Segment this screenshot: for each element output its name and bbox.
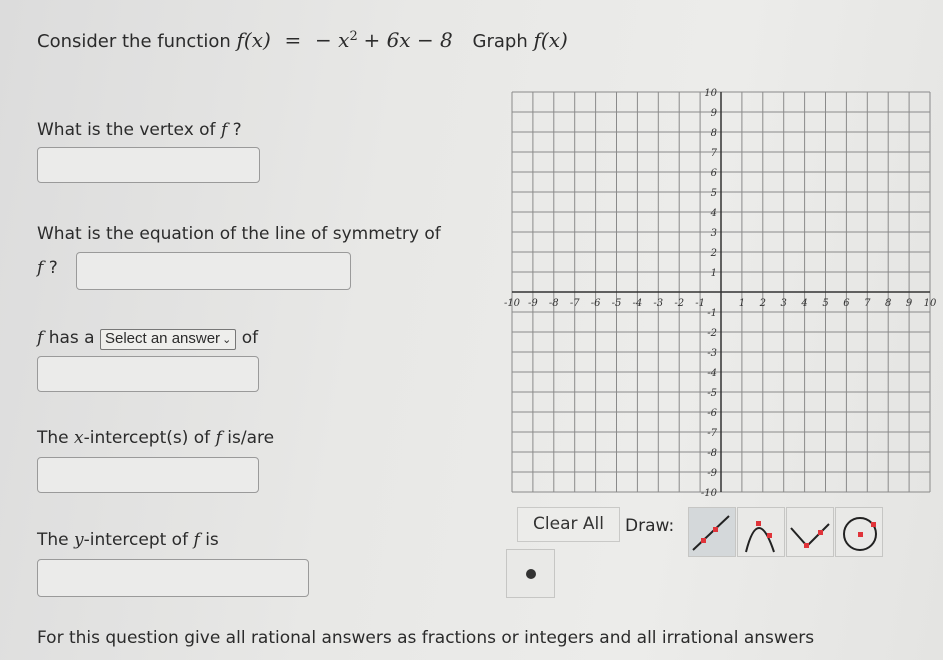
y-tick-label: -10 <box>701 488 718 499</box>
symmetry-label: What is the equation of the line of symm… <box>37 224 441 244</box>
x-tick-label: -4 <box>633 298 643 309</box>
x-intercept-input[interactable] <box>37 457 259 493</box>
y-tick-label: -2 <box>707 328 717 339</box>
x-tick-label: 2 <box>759 298 766 309</box>
point-tool-icon <box>526 569 536 579</box>
y-intercept-axis-var: y <box>74 530 84 550</box>
x-tick-label: -5 <box>612 298 622 309</box>
extremum-var: f <box>37 328 44 348</box>
x-tick-label: 10 <box>924 298 937 309</box>
y-intercept-var: f <box>193 530 200 550</box>
clear-all-button[interactable]: Clear All <box>517 507 620 542</box>
x-tick-label: -6 <box>591 298 601 309</box>
draw-label: Draw: <box>625 516 675 536</box>
x-tick-label: 5 <box>822 298 828 309</box>
y-intercept-prefix: The <box>37 530 69 550</box>
circle-tool-icon <box>843 517 877 551</box>
circle-tool-button[interactable] <box>835 507 883 557</box>
vertex-label: What is the vertex of <box>37 120 216 140</box>
point-tool-button[interactable] <box>506 549 555 598</box>
chevron-down-icon: ⌄ <box>222 334 232 346</box>
parabola-tool-icon <box>745 521 775 553</box>
x-tick-label: 7 <box>864 298 871 309</box>
y-tick-label: -6 <box>707 408 717 419</box>
x-tick-label: 3 <box>781 298 787 309</box>
y-tick-label: 10 <box>704 88 717 99</box>
x-tick-label: 1 <box>739 298 745 309</box>
y-intercept-input[interactable] <box>37 559 309 597</box>
x-tick-label: 9 <box>906 298 913 309</box>
function-rhs-a: − x <box>315 28 350 52</box>
extremum-select-value: Select an answer <box>104 330 221 347</box>
symmetry-question: What is the equation of the line of symm… <box>37 224 441 244</box>
function-rhs-b: + 6x − 8 <box>363 28 453 52</box>
y-tick-label: 6 <box>711 168 718 179</box>
y-tick-label: 8 <box>711 128 717 139</box>
function-lhs: f(x) <box>236 28 271 52</box>
x-tick-label: -3 <box>653 298 663 309</box>
y-tick-label: 7 <box>711 148 718 159</box>
y-tick-label: -7 <box>707 428 717 439</box>
x-intercept-question: The x-intercept(s) of f is/are <box>37 428 274 448</box>
parabola-tool-button[interactable] <box>737 507 785 557</box>
x-tick-label: 6 <box>843 298 850 309</box>
extremum-suffix: of <box>241 328 259 348</box>
intro-text: Consider the function <box>37 31 231 52</box>
extremum-select[interactable]: Select an answer ⌄ <box>99 329 237 350</box>
absolute-value-tool-button[interactable] <box>786 507 834 557</box>
function-exponent: 2 <box>349 29 358 44</box>
y-tick-label: 3 <box>711 228 717 239</box>
graph-canvas[interactable]: -10 -9 -8 -7 -6 -5 -4 -3 -2 -1 1 2 3 4 5 6 7 8 9 10 10 9 8 7 6 5 4… <box>500 80 943 500</box>
y-tick-label: 9 <box>711 108 718 119</box>
symmetry-suffix: ? <box>48 258 58 278</box>
x-tick-label: -10 <box>504 298 521 309</box>
vertex-input[interactable] <box>37 147 260 183</box>
symmetry-input[interactable] <box>76 252 351 290</box>
y-tick-label: 2 <box>710 248 717 259</box>
extremum-input[interactable] <box>37 356 259 392</box>
absolute-value-tool-icon <box>790 523 830 548</box>
x-tick-label: -2 <box>674 298 684 309</box>
x-tick-label: -7 <box>570 298 580 309</box>
y-tick-label: 4 <box>710 208 717 219</box>
y-tick-label: 1 <box>711 268 717 279</box>
extremum-prefix: has a <box>48 328 95 348</box>
x-intercept-label: -intercept(s) of <box>83 428 211 448</box>
x-tick-label: -8 <box>549 298 559 309</box>
x-intercept-suffix: is/are <box>227 428 275 448</box>
x-tick-label: 8 <box>885 298 891 309</box>
vertex-question: What is the vertex of f ? <box>37 120 242 140</box>
x-tick-label: -9 <box>528 298 538 309</box>
x-tick-label: 4 <box>800 298 807 309</box>
y-intercept-question: The y-intercept of f is <box>37 530 219 550</box>
y-intercept-label: -intercept of <box>83 530 189 550</box>
x-intercept-axis-var: x <box>74 428 84 448</box>
y-intercept-suffix: is <box>205 530 219 550</box>
line-tool-button[interactable] <box>688 507 736 557</box>
vertex-suffix: ? <box>232 120 242 140</box>
line-tool-icon <box>692 515 730 551</box>
x-tick-label: -1 <box>695 298 705 309</box>
footer-note: For this question give all rational answ… <box>37 628 815 648</box>
y-tick-label: -4 <box>707 368 717 379</box>
problem-statement: Consider the function f(x) = − x2 + 6x −… <box>37 28 568 52</box>
y-tick-label: -3 <box>707 348 717 359</box>
symmetry-question-cont: f ? <box>37 258 58 278</box>
y-tick-label: -5 <box>707 388 717 399</box>
x-intercept-var: f <box>215 428 222 448</box>
graph-func: f(x) <box>533 28 568 52</box>
y-tick-label: -9 <box>707 468 717 479</box>
extremum-question: f has a Select an answer ⌄ of <box>37 328 258 350</box>
equals-sign: = <box>284 28 302 52</box>
x-intercept-prefix: The <box>37 428 69 448</box>
symmetry-var: f <box>37 258 44 278</box>
y-tick-label: -1 <box>707 308 717 319</box>
graph-label: Graph <box>472 31 528 52</box>
vertex-var: f <box>220 120 228 140</box>
y-tick-label: -8 <box>707 448 717 459</box>
y-tick-label: 5 <box>711 188 717 199</box>
